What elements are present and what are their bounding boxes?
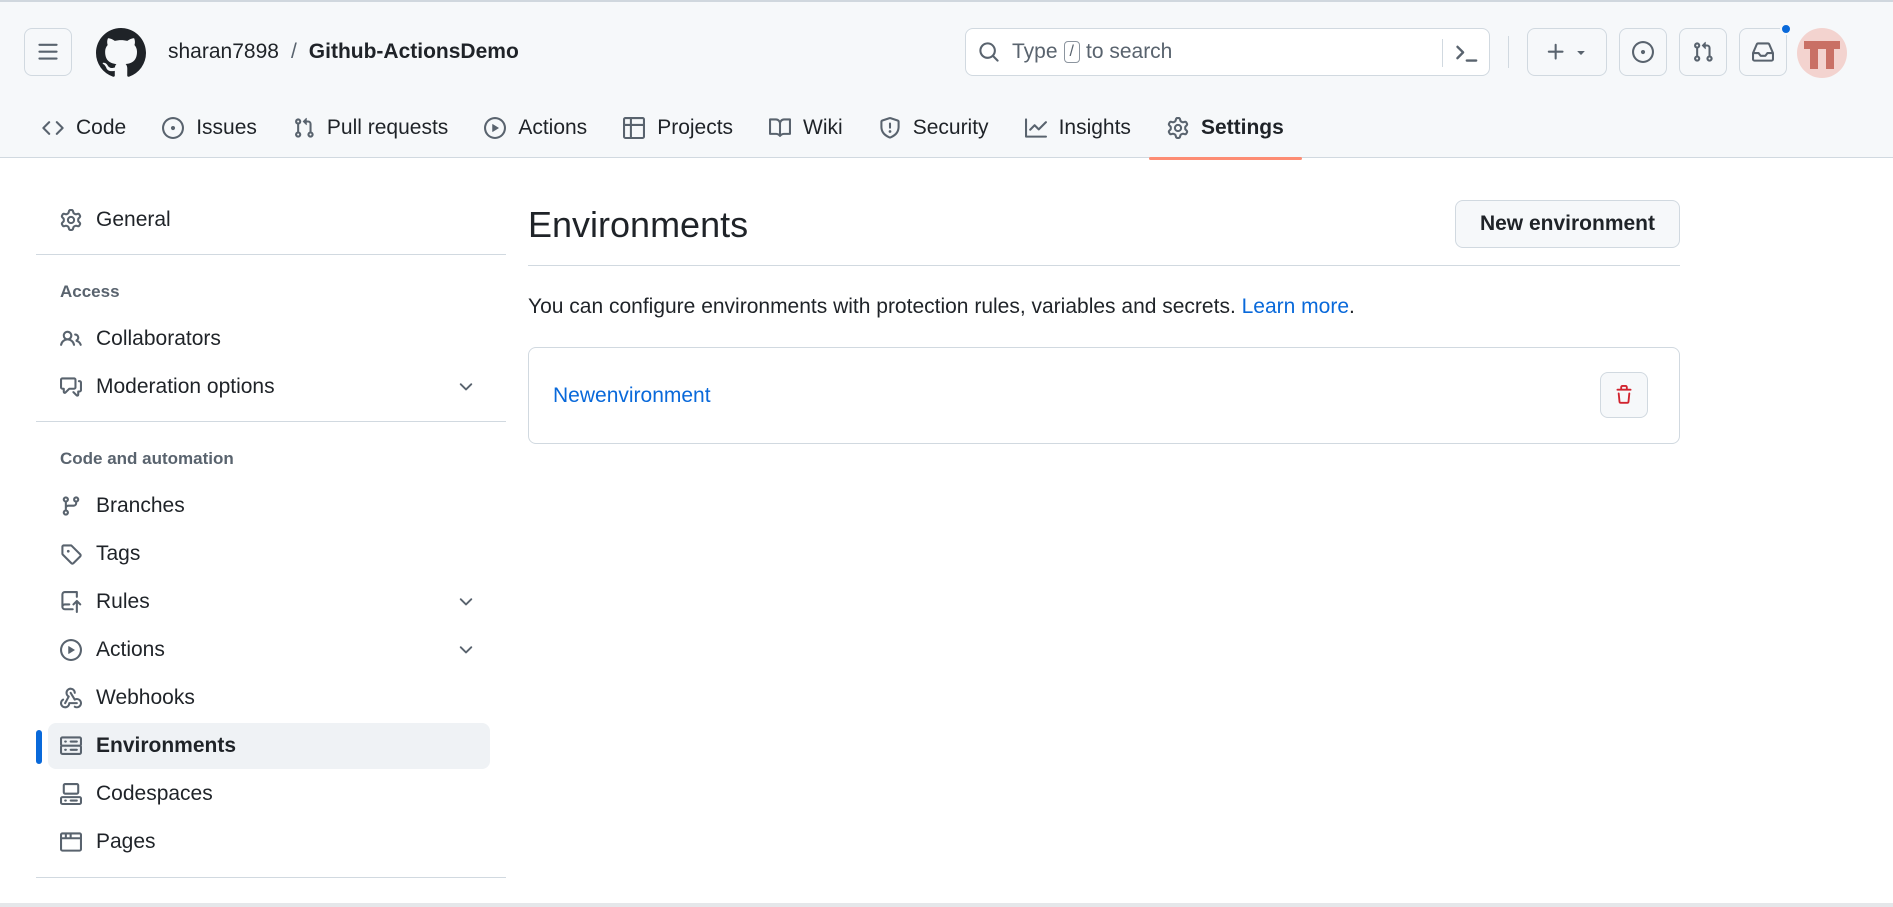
sidebar-item-label: Codespaces bbox=[96, 782, 213, 805]
your-issues-button[interactable] bbox=[1619, 28, 1667, 76]
issue-opened-icon bbox=[162, 117, 185, 139]
sidebar-divider bbox=[36, 877, 506, 878]
search-divider bbox=[1442, 39, 1443, 67]
hamburger-icon bbox=[38, 43, 58, 60]
triangle-down-icon bbox=[1577, 51, 1585, 55]
breadcrumb-separator: / bbox=[290, 40, 297, 63]
sidebar-item-label: Rules bbox=[96, 590, 150, 613]
tag-icon bbox=[60, 543, 82, 565]
play-icon bbox=[484, 117, 507, 139]
sidebar-item-label: Moderation options bbox=[96, 375, 275, 398]
sidebar-item-tags[interactable]: Tags bbox=[48, 531, 490, 577]
tab-security[interactable]: Security bbox=[861, 102, 1007, 154]
tab-issues[interactable]: Issues bbox=[144, 102, 275, 154]
sidebar-item-environments[interactable]: Environments bbox=[48, 723, 490, 769]
tab-settings[interactable]: Settings bbox=[1148, 102, 1302, 160]
avatar[interactable] bbox=[1797, 28, 1847, 78]
repo-name-link[interactable]: Github-ActionsDemo bbox=[309, 40, 519, 64]
sidebar-item-moderation-options[interactable]: Moderation options bbox=[48, 364, 490, 410]
tab-pull-requests[interactable]: Pull requests bbox=[275, 102, 466, 154]
inbox-icon bbox=[1752, 42, 1774, 62]
delete-environment-button[interactable] bbox=[1600, 372, 1648, 418]
book-icon bbox=[769, 118, 792, 137]
repo-nav: Code Issues Pull requests Actions Projec… bbox=[24, 102, 1302, 160]
sidebar-item-label: Webhooks bbox=[96, 686, 195, 709]
environment-list: Newenvironment bbox=[528, 347, 1680, 444]
sidebar-heading-code-automation: Code and automation bbox=[60, 449, 234, 468]
sidebar-item-label: Collaborators bbox=[96, 327, 221, 350]
issue-opened-icon bbox=[1632, 41, 1654, 63]
tab-projects[interactable]: Projects bbox=[605, 102, 751, 154]
tab-insights[interactable]: Insights bbox=[1007, 102, 1149, 154]
webhook-icon bbox=[60, 687, 82, 709]
table-icon bbox=[623, 117, 646, 139]
search-shortcut-key: / bbox=[1063, 41, 1080, 63]
code-icon bbox=[42, 121, 64, 135]
github-logo-icon[interactable] bbox=[96, 28, 146, 78]
menu-button[interactable] bbox=[24, 28, 72, 76]
sidebar-item-webhooks[interactable]: Webhooks bbox=[48, 675, 490, 721]
chevron-down-icon bbox=[456, 640, 476, 660]
sidebar-item-label: Actions bbox=[96, 638, 165, 661]
command-palette-icon[interactable] bbox=[1453, 39, 1479, 65]
comment-discussion-icon bbox=[60, 376, 82, 398]
trash-icon bbox=[1616, 385, 1632, 404]
app-header: sharan7898 / Github-ActionsDemo Type / t… bbox=[0, 0, 1893, 160]
git-pull-request-icon bbox=[1694, 41, 1713, 62]
codespaces-icon bbox=[60, 783, 82, 805]
sidebar-item-actions[interactable]: Actions bbox=[48, 627, 490, 673]
shield-icon bbox=[880, 117, 900, 139]
sidebar-item-label: Environments bbox=[96, 734, 237, 757]
breadcrumb: sharan7898 / Github-ActionsDemo bbox=[168, 40, 519, 64]
page-title: Environments bbox=[528, 204, 749, 245]
active-indicator bbox=[36, 730, 42, 764]
user-avatar-icon bbox=[1804, 41, 1840, 69]
plus-icon bbox=[1547, 43, 1564, 60]
repo-owner-link[interactable]: sharan7898 bbox=[168, 40, 279, 64]
sidebar-item-pages[interactable]: Pages bbox=[48, 819, 490, 865]
title-divider bbox=[528, 265, 1680, 266]
sidebar-item-label: Pages bbox=[96, 830, 156, 853]
repo-push-icon bbox=[60, 591, 82, 613]
page-bottom-border bbox=[0, 903, 1893, 907]
sidebar-item-label: General bbox=[96, 208, 171, 231]
tab-code[interactable]: Code bbox=[24, 102, 144, 154]
gear-icon bbox=[60, 209, 82, 231]
graph-icon bbox=[1024, 118, 1047, 138]
tab-wiki[interactable]: Wiki bbox=[751, 102, 861, 154]
sidebar-item-collaborators[interactable]: Collaborators bbox=[48, 316, 490, 362]
git-branch-icon bbox=[60, 495, 82, 517]
sidebar-item-label: Branches bbox=[96, 494, 185, 517]
search-input[interactable]: Type / to search bbox=[965, 28, 1490, 76]
sidebar-divider bbox=[36, 421, 506, 422]
chevron-down-icon bbox=[456, 592, 476, 612]
learn-more-link[interactable]: Learn more bbox=[1242, 295, 1349, 318]
environments-description: You can configure environments with prot… bbox=[528, 295, 1355, 318]
sidebar-item-general[interactable]: General bbox=[48, 197, 490, 243]
git-pull-request-icon bbox=[294, 117, 314, 138]
server-icon bbox=[60, 735, 82, 757]
sidebar-item-label: Tags bbox=[96, 542, 141, 565]
sidebar-divider bbox=[36, 254, 506, 255]
play-icon bbox=[60, 639, 82, 661]
notifications-button[interactable] bbox=[1739, 23, 1792, 76]
people-icon bbox=[60, 328, 82, 350]
notification-dot bbox=[1780, 23, 1792, 35]
your-pull-requests-button[interactable] bbox=[1679, 28, 1727, 76]
new-environment-button[interactable]: New environment bbox=[1454, 200, 1680, 248]
sidebar-item-branches[interactable]: Branches bbox=[48, 483, 490, 529]
search-placeholder: Type / to search bbox=[1012, 40, 1173, 63]
search-icon bbox=[978, 41, 1000, 63]
chevron-down-icon bbox=[456, 377, 476, 397]
tab-actions[interactable]: Actions bbox=[466, 102, 605, 154]
sidebar-item-rules[interactable]: Rules bbox=[48, 579, 490, 625]
browser-icon bbox=[60, 831, 82, 853]
sidebar-heading-access: Access bbox=[60, 282, 120, 301]
create-new-button[interactable] bbox=[1527, 28, 1607, 76]
gear-icon bbox=[1167, 117, 1189, 139]
header-divider bbox=[1508, 36, 1509, 68]
sidebar-item-codespaces[interactable]: Codespaces bbox=[48, 771, 490, 817]
environment-link[interactable]: Newenvironment bbox=[553, 384, 711, 408]
